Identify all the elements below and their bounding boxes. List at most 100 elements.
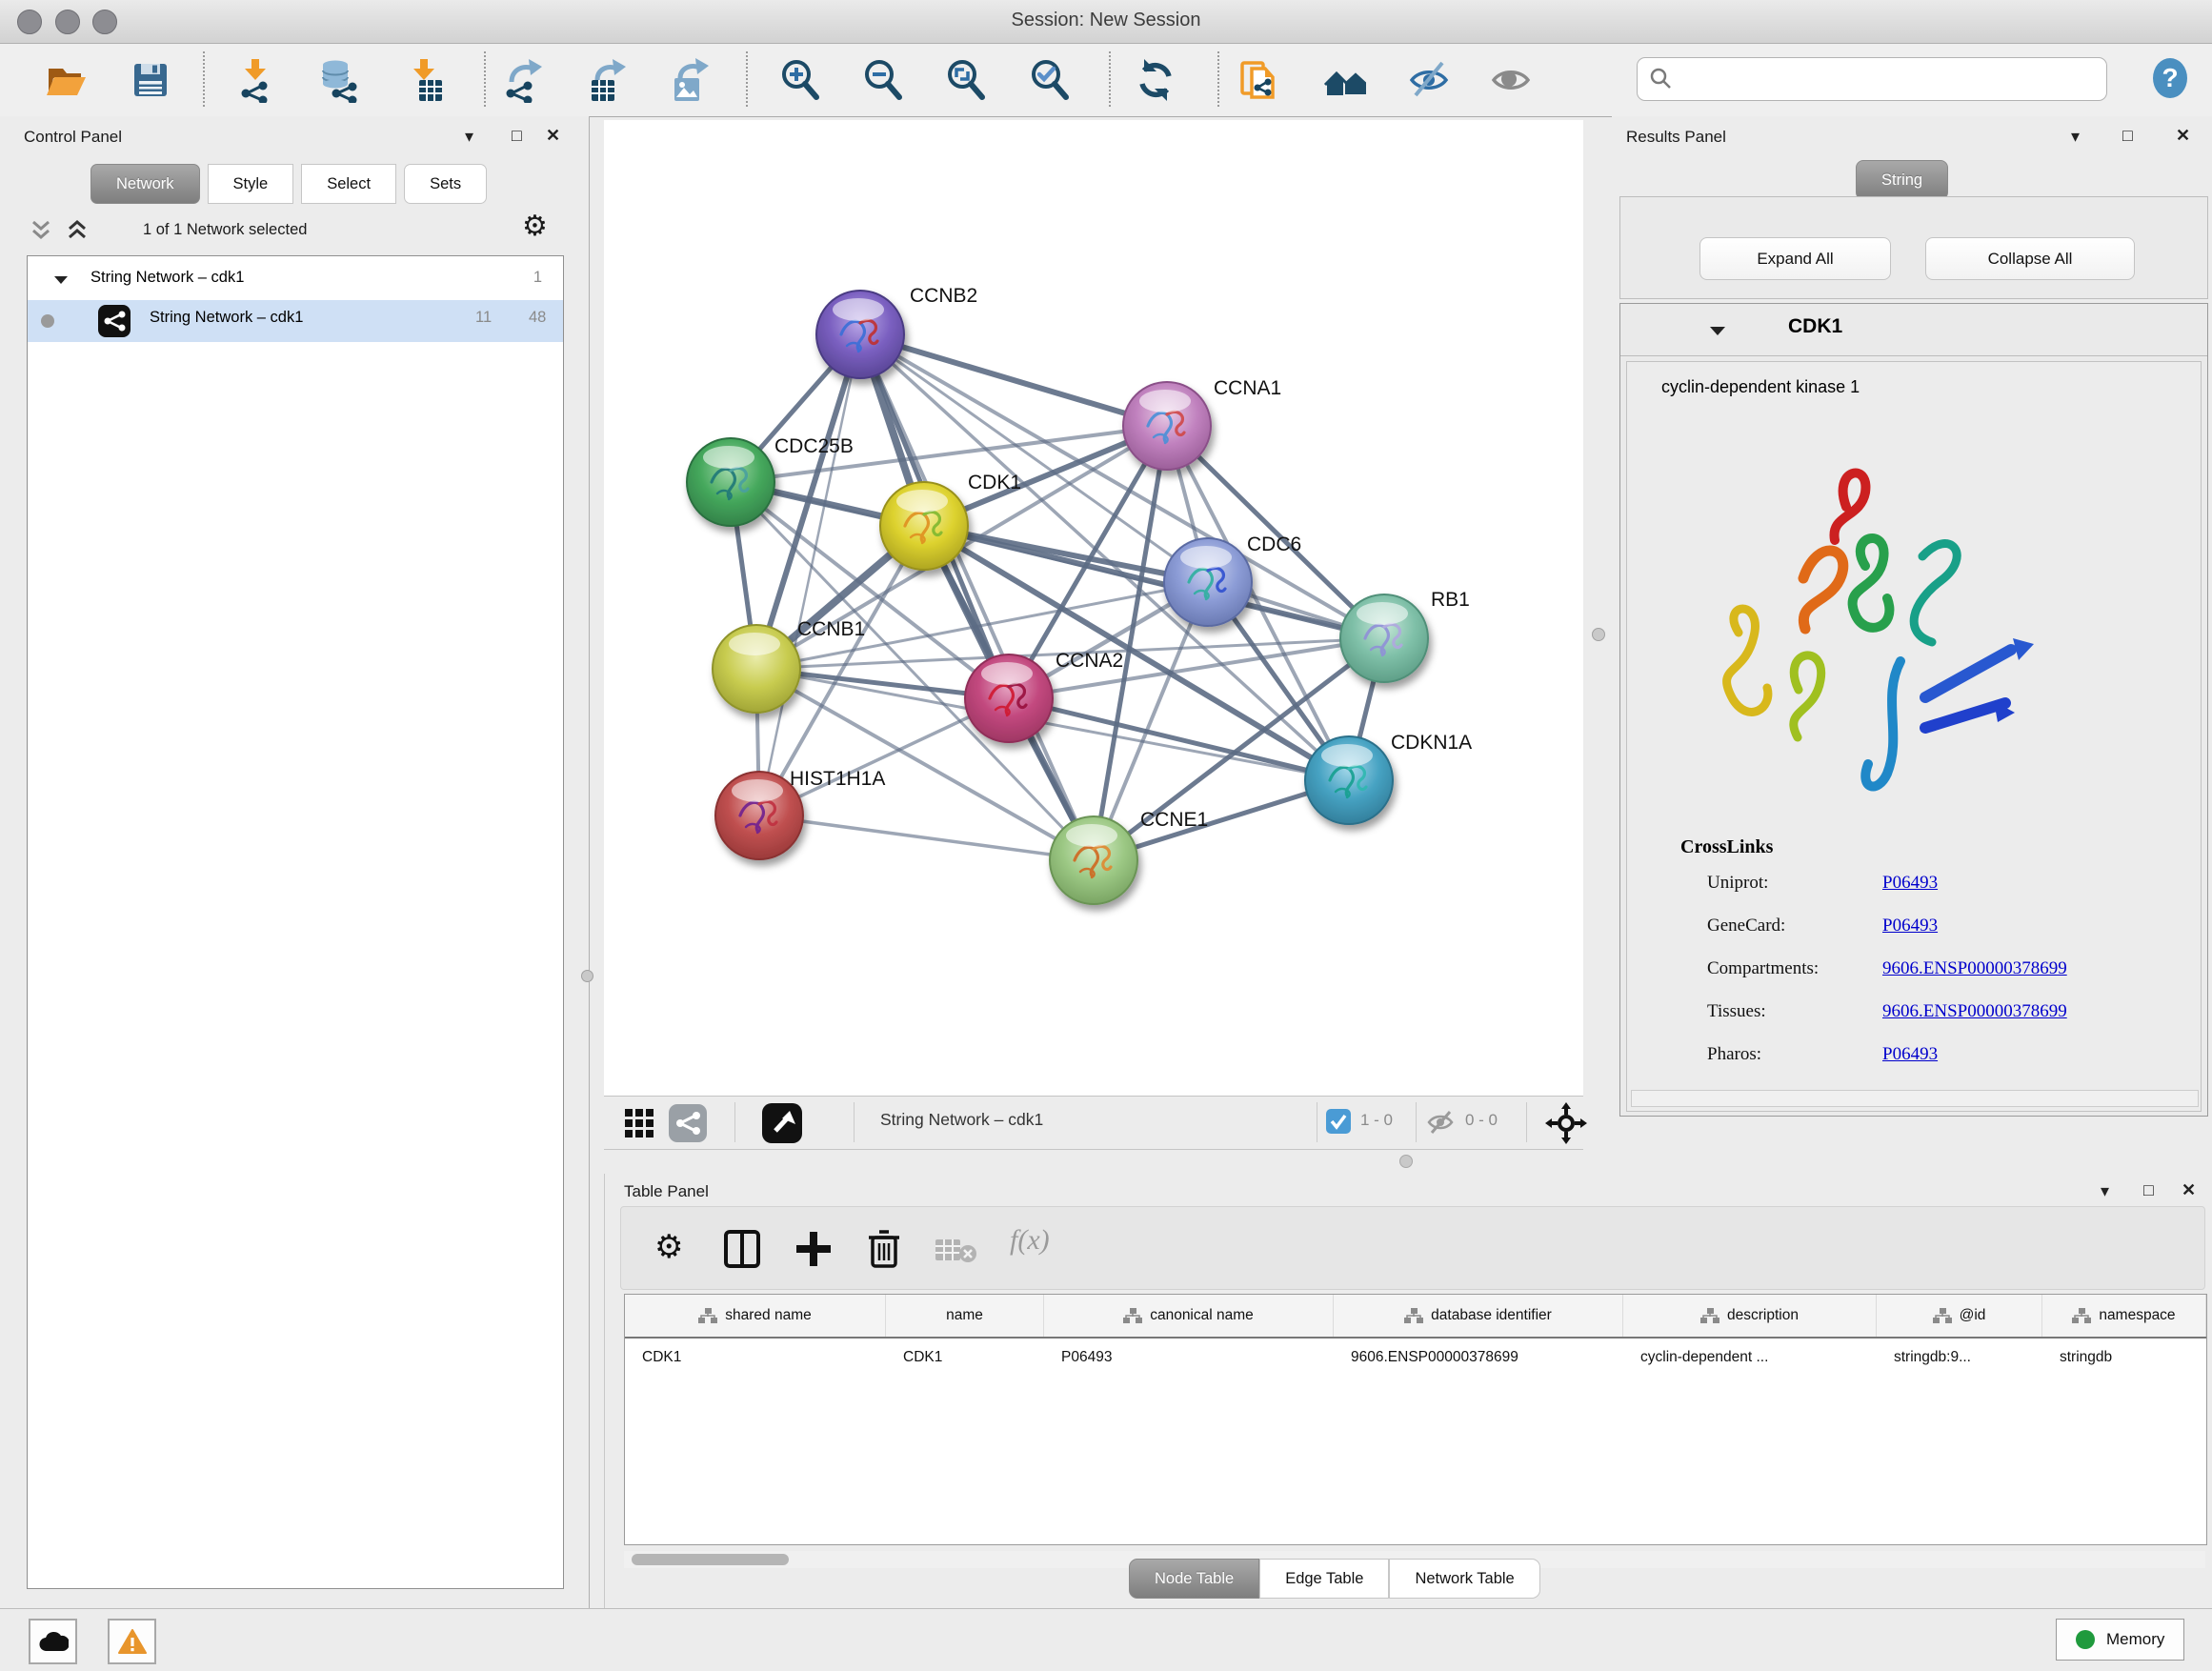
crosslink-value-link[interactable]: P06493 xyxy=(1882,916,1938,936)
node-CDK1[interactable]: CDK1 xyxy=(880,472,1021,570)
warnings-button[interactable] xyxy=(108,1619,156,1664)
collapse-panel-icon[interactable]: ▾ xyxy=(2071,127,2080,147)
crosslink-value-link[interactable]: P06493 xyxy=(1882,873,1938,894)
refresh-layout-icon[interactable] xyxy=(1133,57,1178,103)
column-header-database-identifier[interactable]: database identifier xyxy=(1334,1295,1623,1337)
tab-node-table[interactable]: Node Table xyxy=(1129,1559,1259,1599)
delete-table-icon[interactable] xyxy=(935,1236,977,1269)
open-session-icon[interactable] xyxy=(42,57,88,103)
collapse-panel-icon[interactable]: ▾ xyxy=(2101,1181,2109,1201)
pan-crosshair-icon[interactable] xyxy=(1545,1102,1587,1149)
show-columns-icon[interactable] xyxy=(724,1230,760,1273)
edge-HIST1H1A-CCNE1[interactable] xyxy=(759,815,1094,860)
network-options-gear-icon[interactable]: ⚙ xyxy=(522,210,548,243)
help-icon[interactable]: ? xyxy=(2147,55,2193,106)
node-CCNA2[interactable]: CCNA2 xyxy=(965,650,1123,742)
gene-header[interactable]: CDK1 xyxy=(1620,304,2207,356)
export-network-icon[interactable] xyxy=(500,57,546,103)
table-cell[interactable]: 9606.ENSP00000378699 xyxy=(1334,1339,1623,1377)
table-cell[interactable]: CDK1 xyxy=(886,1339,1044,1377)
cloud-button[interactable] xyxy=(29,1619,77,1664)
hide-selection-icon[interactable] xyxy=(1406,57,1452,103)
save-session-icon[interactable] xyxy=(128,57,173,103)
table-splitter-handle[interactable] xyxy=(1399,1155,1413,1168)
zoom-selected-icon[interactable] xyxy=(1027,57,1073,103)
zoom-out-icon[interactable] xyxy=(860,57,906,103)
edge-CCNB2-HIST1H1A[interactable] xyxy=(759,334,860,815)
expand-all-tree-icon[interactable] xyxy=(65,218,90,248)
node-RB1[interactable]: RB1 xyxy=(1340,589,1470,682)
toolbar-separator xyxy=(734,1102,735,1142)
collapse-panel-icon[interactable]: ▾ xyxy=(465,127,473,147)
first-neighbors-icon[interactable] xyxy=(1323,57,1369,103)
tab-network[interactable]: Network xyxy=(90,164,200,204)
float-panel-icon[interactable]: □ xyxy=(512,126,522,146)
float-panel-icon[interactable]: □ xyxy=(2143,1180,2154,1200)
edge-CCNB2-CCNE1[interactable] xyxy=(860,334,1094,860)
tab-edge-table[interactable]: Edge Table xyxy=(1259,1559,1389,1599)
grid-view-icon[interactable] xyxy=(623,1107,655,1144)
crosslink-value-link[interactable]: 9606.ENSP00000378699 xyxy=(1882,1001,2067,1022)
results-scrollbar[interactable] xyxy=(1631,1090,2199,1107)
import-network-file-icon[interactable] xyxy=(232,57,278,103)
export-table-icon[interactable] xyxy=(584,57,630,103)
expander-icon[interactable] xyxy=(1708,324,1727,343)
network-collection-row[interactable]: String Network – cdk1 1 xyxy=(28,260,563,302)
fit-content-icon[interactable] xyxy=(943,57,989,103)
table-settings-gear-icon[interactable]: ⚙ xyxy=(654,1228,683,1266)
column-header-name[interactable]: name xyxy=(886,1295,1044,1337)
close-panel-icon[interactable]: ✕ xyxy=(2182,1180,2196,1200)
crosslink-value-link[interactable]: P06493 xyxy=(1882,1044,1938,1065)
memory-button[interactable]: Memory xyxy=(2056,1619,2184,1661)
float-panel-icon[interactable]: □ xyxy=(2122,126,2133,146)
tab-network-table[interactable]: Network Table xyxy=(1389,1559,1539,1599)
table-row[interactable]: CDK1CDK1P064939606.ENSP00000378699cyclin… xyxy=(625,1339,2206,1377)
panel-splitter-handle[interactable] xyxy=(581,970,593,982)
network-view-mode-icon[interactable] xyxy=(669,1104,707,1147)
node-HIST1H1A[interactable]: HIST1H1A xyxy=(715,768,885,859)
crosslinks-heading: CrossLinks xyxy=(1680,836,1773,858)
export-image-icon[interactable] xyxy=(667,57,713,103)
tab-style[interactable]: Style xyxy=(208,164,294,204)
new-network-from-selection-icon[interactable] xyxy=(1237,57,1282,103)
close-panel-icon[interactable]: ✕ xyxy=(546,126,560,146)
table-cell[interactable]: stringdb xyxy=(2042,1339,2206,1377)
close-panel-icon[interactable]: ✕ xyxy=(2176,126,2190,146)
column-header-namespace[interactable]: namespace xyxy=(2042,1295,2206,1337)
zoom-in-icon[interactable] xyxy=(777,57,823,103)
column-header-id[interactable]: @id xyxy=(1877,1295,2042,1337)
table-cell[interactable]: CDK1 xyxy=(625,1339,886,1377)
network-row-selected[interactable]: String Network – cdk1 11 48 xyxy=(28,300,563,342)
expand-all-button[interactable]: Expand All xyxy=(1699,237,1891,280)
toolbar-separator xyxy=(484,51,486,107)
add-column-icon[interactable] xyxy=(794,1228,833,1273)
column-header-canonical-name[interactable]: canonical name xyxy=(1044,1295,1334,1337)
tab-select[interactable]: Select xyxy=(301,164,396,204)
results-splitter-handle[interactable] xyxy=(1592,628,1605,641)
tab-string[interactable]: String xyxy=(1856,160,1948,200)
column-header-shared-name[interactable]: shared name xyxy=(625,1295,886,1337)
selected-checkbox-icon[interactable] xyxy=(1326,1109,1351,1138)
table-cell[interactable]: P06493 xyxy=(1044,1339,1334,1377)
import-table-file-icon[interactable] xyxy=(403,57,449,103)
crosslink-value-link[interactable]: 9606.ENSP00000378699 xyxy=(1882,958,2067,979)
search-input[interactable] xyxy=(1679,62,2099,94)
birdseye-view-icon[interactable] xyxy=(762,1103,802,1148)
network-graph[interactable]: CCNB2CCNA1CDC25BCDK1CDC6RB1CCNB1CCNA2CDK… xyxy=(604,120,1583,1096)
column-header-description[interactable]: description xyxy=(1623,1295,1877,1337)
tab-sets[interactable]: Sets xyxy=(404,164,487,204)
table-cell[interactable]: cyclin-dependent ... xyxy=(1623,1339,1877,1377)
delete-column-icon[interactable] xyxy=(867,1228,901,1273)
collapse-all-button[interactable]: Collapse All xyxy=(1925,237,2135,280)
collapse-all-tree-icon[interactable] xyxy=(29,218,53,248)
node-CCNE1[interactable]: CCNE1 xyxy=(1050,809,1208,904)
import-network-database-icon[interactable] xyxy=(315,57,361,103)
node-CCNA1[interactable]: CCNA1 xyxy=(1123,377,1281,470)
expander-icon[interactable] xyxy=(52,273,70,292)
function-builder-icon[interactable]: f(x) xyxy=(1010,1224,1050,1257)
hscrollbar-thumb[interactable] xyxy=(632,1554,789,1565)
show-graphics-details-icon[interactable] xyxy=(1488,57,1534,103)
edge-CCNB2-CCNA1[interactable] xyxy=(860,334,1167,426)
node-CDKN1A[interactable]: CDKN1A xyxy=(1305,732,1472,824)
table-cell[interactable]: stringdb:9... xyxy=(1877,1339,2042,1377)
